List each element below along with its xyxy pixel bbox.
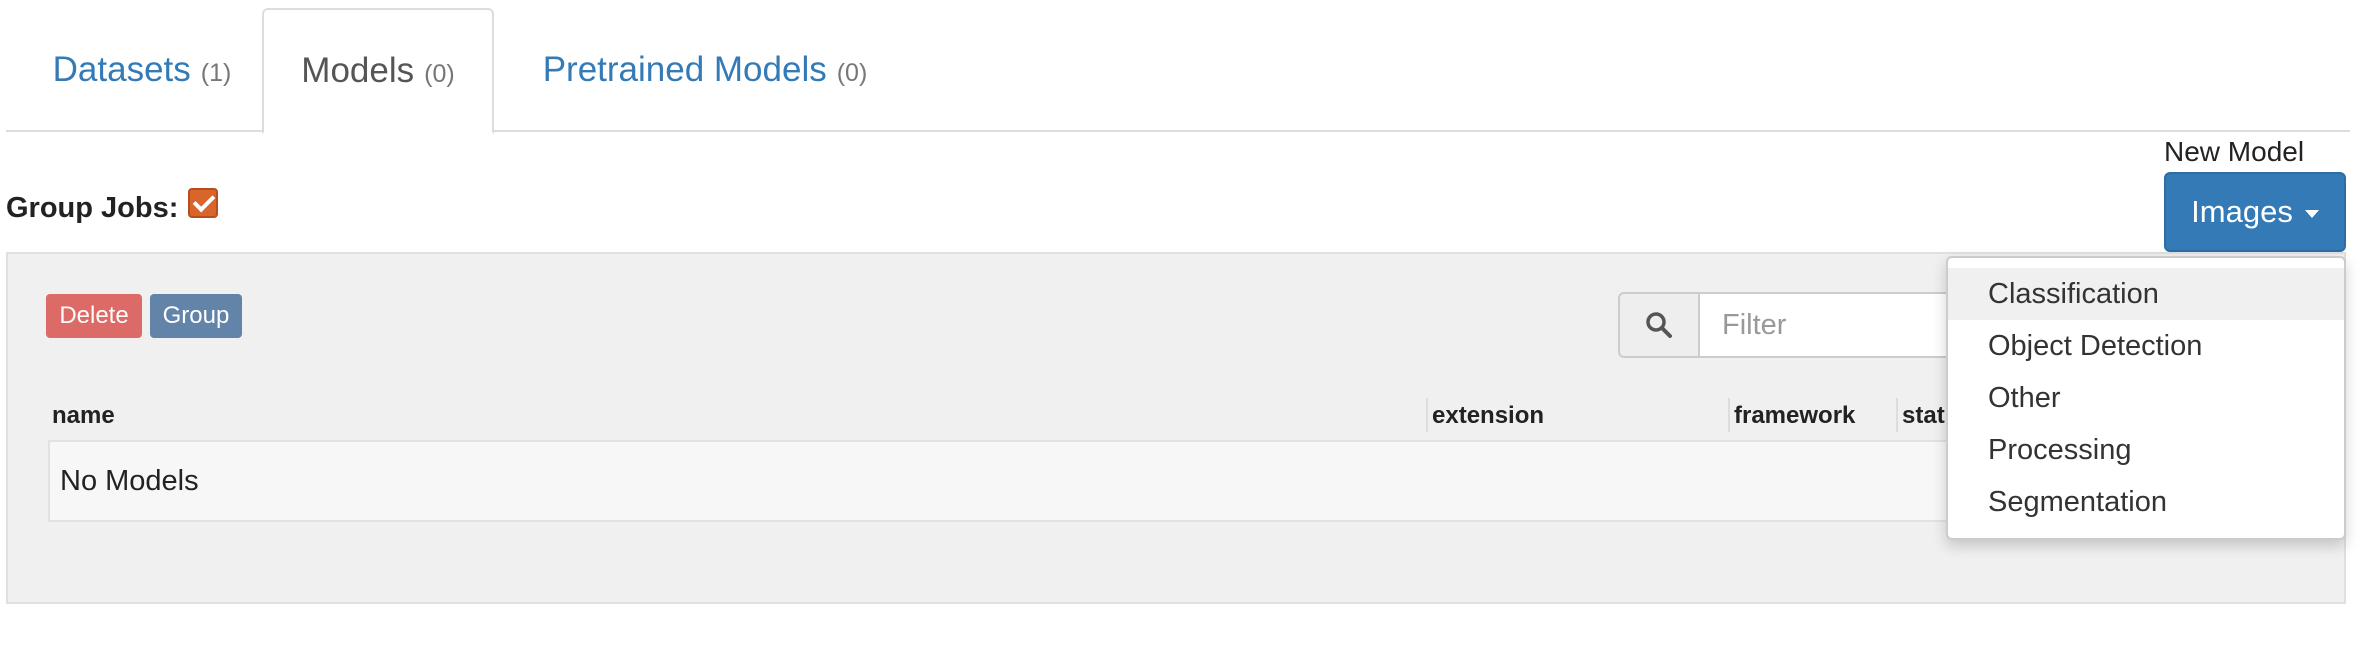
tab-pretrained-models-count: (0) (836, 58, 868, 87)
menu-item-classification[interactable]: Classification (1948, 268, 2344, 320)
column-divider (1896, 398, 1898, 432)
empty-message: No Models (60, 464, 199, 497)
group-jobs: Group Jobs: (6, 187, 219, 225)
tab-models-label: Models (301, 51, 415, 90)
menu-item-object-detection[interactable]: Object Detection (1948, 320, 2344, 372)
column-divider (1426, 398, 1428, 432)
column-header-name[interactable]: name (52, 402, 115, 430)
new-model-label: New Model (2164, 136, 2305, 167)
tab-pretrained-models[interactable]: Pretrained Models (0) (508, 8, 902, 132)
search-icon (1618, 292, 1698, 358)
caret-down-icon (2304, 210, 2319, 218)
column-header-framework[interactable]: framework (1734, 402, 1855, 430)
group-jobs-label: Group Jobs: (6, 192, 179, 224)
tab-datasets[interactable]: Datasets (1) (20, 8, 264, 132)
tab-models-count: (0) (424, 59, 455, 88)
menu-item-processing[interactable]: Processing (1948, 424, 2344, 476)
menu-item-other[interactable]: Other (1948, 372, 2344, 424)
tab-bar: Datasets (1) Models (0) Pretrained Model… (6, 0, 2350, 134)
tab-models[interactable]: Models (0) (262, 8, 494, 134)
column-header-status[interactable]: stat (1902, 402, 1945, 430)
group-jobs-checkbox[interactable] (188, 187, 219, 218)
column-divider (1728, 398, 1730, 432)
tab-pretrained-models-label: Pretrained Models (542, 50, 827, 89)
images-button-label: Images (2191, 194, 2293, 229)
menu-item-segmentation[interactable]: Segmentation (1948, 476, 2344, 528)
images-dropdown-menu: Classification Object Detection Other Pr… (1946, 256, 2346, 540)
tab-datasets-count: (1) (200, 58, 232, 87)
images-dropdown-button[interactable]: Images (2164, 172, 2346, 252)
delete-button[interactable]: Delete (46, 294, 142, 338)
group-button[interactable]: Group (150, 294, 242, 338)
column-header-extension[interactable]: extension (1432, 402, 1544, 430)
tab-datasets-label: Datasets (52, 50, 191, 89)
